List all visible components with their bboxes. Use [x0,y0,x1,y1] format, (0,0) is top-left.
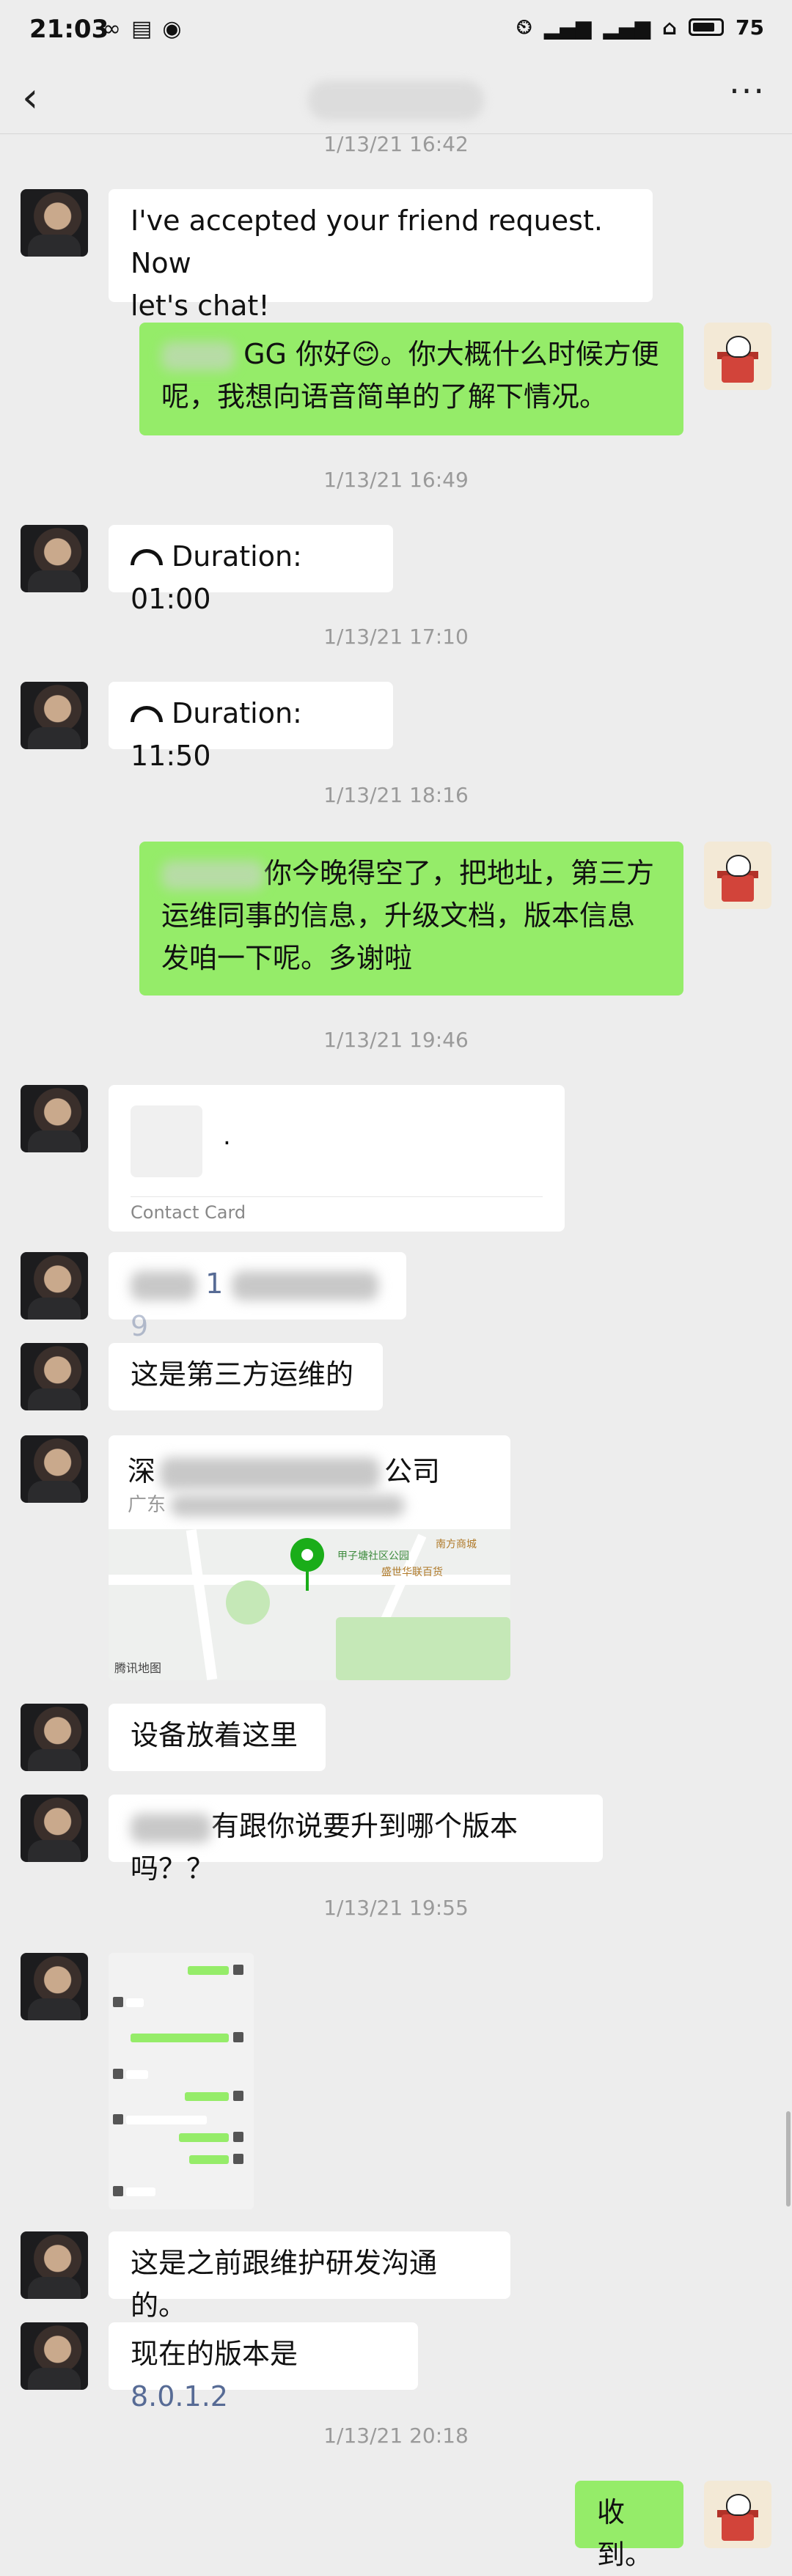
contact-avatar[interactable] [21,189,88,257]
status-right-icons: ⏲ ▂▄▆ ▂▄▆ ⌂ 75 [516,15,764,40]
timestamp: 1/13/21 16:42 [323,132,469,156]
redacted-text [131,1270,197,1300]
contact-avatar[interactable] [21,2231,88,2299]
message-bubble[interactable]: 现在的版本是 8.0.1.2 [109,2322,418,2413]
map-poi: 甲子塘社区公园 [337,1550,409,1562]
contact-avatar[interactable] [21,1795,88,1862]
phone-number-start: 1 [205,1267,224,1300]
contact-avatar[interactable] [21,1953,88,2020]
status-left-icons: ∞ ▤ ◉ [103,16,182,42]
chat-title-redacted [308,81,484,120]
signal-circle-icon: ◉ [162,16,182,42]
image-message-thumbnail[interactable] [109,1953,254,2209]
phone-number-end: 9 [131,1310,149,1342]
timestamp: 1/13/21 17:10 [323,625,469,649]
timestamp: 1/13/21 19:46 [323,1028,469,1052]
chevron-left-icon[interactable]: ‹ [22,76,38,120]
redacted-name [161,341,235,371]
map-brand: 腾讯地图 [114,1661,162,1675]
my-avatar[interactable] [704,323,771,390]
status-time: 21:03 [29,15,109,44]
timestamp: 1/13/21 19:55 [323,1896,469,1920]
message-text: 呢，我想向语音简单的了解下情况。 [161,380,608,413]
contact-card-avatar [131,1105,202,1177]
contact-avatar[interactable] [21,1085,88,1152]
phone-icon [131,705,163,722]
infinity-icon: ∞ [103,16,121,42]
smile-emoji-icon: 😊 [351,338,381,370]
message-bubble[interactable]: 这是之前跟维护研发沟通的。 [109,2231,510,2322]
my-avatar[interactable] [704,842,771,909]
message-text: 现在的版本是 [131,2338,298,2370]
message-bubble[interactable]: I've accepted your friend request. Now l… [109,189,653,322]
message-bubble[interactable]: GG 你好😊。你大概什么时候方便 呢，我想向语音简单的了解下情况。 [139,323,683,435]
message-text: GG 你好 [243,338,352,370]
map-poi: 南方商城 [436,1539,477,1550]
battery-icon [689,18,725,36]
location-card[interactable]: 深 公司 广东 甲子塘社区公园 南方商城 盛世华联百货 腾讯地图 [109,1435,510,1680]
redacted-text [232,1270,379,1300]
location-pin-icon [290,1538,324,1572]
call-duration: Duration: 11:50 [131,697,302,772]
message-text: 。你大概什么时候方便 [380,338,659,370]
message-text: 设备放着这里 [131,1719,298,1751]
my-avatar[interactable] [704,2481,771,2548]
contact-avatar[interactable] [21,525,88,592]
redacted-name [131,1813,211,1843]
phone-icon [131,548,163,565]
more-dots-icon[interactable]: ··· [729,69,766,113]
contact-card-label: Contact Card [131,1202,246,1223]
message-text: 你今晚得空了，把地址，第三方 [264,857,655,889]
timestamp: 1/13/21 16:49 [323,468,469,492]
redacted-text [170,1494,406,1517]
contact-card[interactable]: . Contact Card [109,1085,565,1232]
message-text: 运维同事的信息，升级文档，版本信息 [161,899,636,932]
wifi-icon: ⌂ [661,15,678,40]
map-preview[interactable]: 甲子塘社区公园 南方商城 盛世华联百货 腾讯地图 [109,1529,510,1680]
message-bubble[interactable]: 你今晚得空了，把地址，第三方 运维同事的信息，升级文档，版本信息 发咱一下呢。多… [139,842,683,996]
message-text: 这是之前跟维护研发沟通的。 [131,2247,438,2322]
message-text: let's chat! [131,290,270,322]
signal-4g-icon: ▂▄▆ [543,15,592,40]
scrollbar[interactable] [786,2111,791,2207]
message-text: 收到。 [597,2496,653,2571]
message-bubble[interactable]: 这是第三方运维的 [109,1343,383,1410]
contact-avatar[interactable] [21,1343,88,1410]
voice-call-bubble[interactable]: Duration: 01:00 [109,525,393,615]
message-text: 发咱一下呢。多谢啦 [161,942,413,974]
redacted-name [161,860,264,890]
location-name-start: 深 [128,1455,156,1487]
version-link[interactable]: 8.0.1.2 [131,2380,228,2413]
battery-level: 75 [736,15,764,40]
chat-header: ‹ ··· [0,66,792,134]
redacted-text [160,1457,381,1490]
signal-hd-icon: ▂▄▆ [603,15,650,40]
location-name-end: 公司 [384,1455,441,1487]
timestamp: 1/13/21 20:18 [323,2424,469,2448]
status-bar: 21:03 ∞ ▤ ◉ ⏲ ▂▄▆ ▂▄▆ ⌂ 75 [0,0,792,66]
timestamp: 1/13/21 18:16 [323,783,469,807]
list-icon: ▤ [131,16,153,42]
message-bubble[interactable]: 1 9 [109,1252,406,1342]
message-text: I've accepted your friend request. Now [131,205,603,279]
contact-avatar[interactable] [21,2322,88,2390]
message-bubble[interactable]: 有跟你说要升到哪个版本吗？？ [109,1795,603,1885]
contact-card-name: . [223,1122,231,1151]
message-bubble[interactable]: 设备放着这里 [109,1704,326,1771]
message-text: 这是第三方运维的 [131,1358,354,1391]
message-bubble[interactable]: 收到。 [575,2481,683,2571]
map-poi: 盛世华联百货 [381,1567,443,1578]
contact-avatar[interactable] [21,1704,88,1771]
alarm-icon: ⏲ [516,15,532,39]
call-duration: Duration: 01:00 [131,540,302,615]
divider [131,1196,543,1197]
voice-call-bubble[interactable]: Duration: 11:50 [109,682,393,772]
contact-avatar[interactable] [21,1435,88,1503]
contact-avatar[interactable] [21,682,88,749]
location-address-start: 广东 [128,1494,166,1516]
contact-avatar[interactable] [21,1252,88,1320]
